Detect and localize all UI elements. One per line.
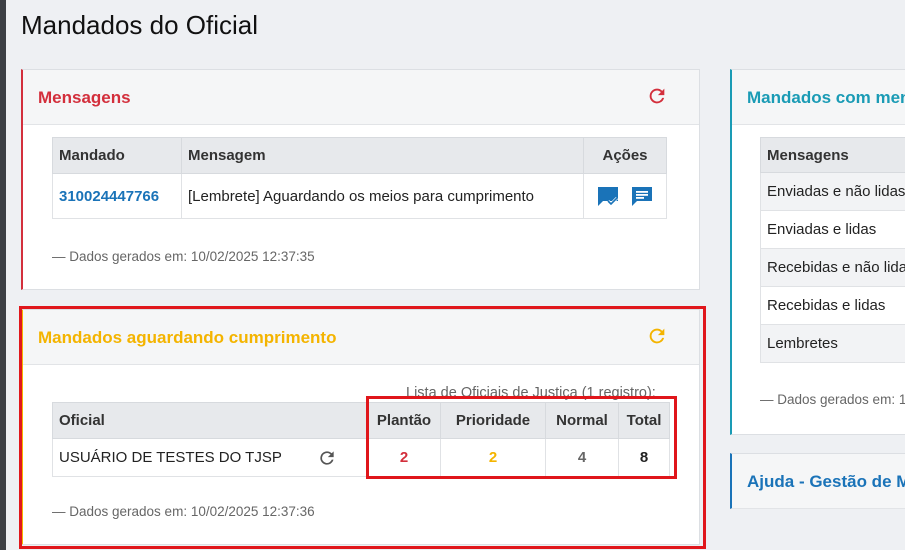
table-header-row: Mandado Mensagem Ações (52, 137, 667, 174)
aguardando-panel-header: Mandados aguardando cumprimento (23, 310, 699, 365)
table-row: 310024447766 [Lembrete] Aguardando os me… (52, 173, 667, 219)
col-normal: Normal (545, 402, 619, 439)
refresh-icon[interactable] (646, 325, 668, 347)
row-label: Enviadas e não lidas (760, 172, 905, 211)
normal-count[interactable]: 4 (545, 438, 619, 477)
ajuda-panel: Ajuda - Gestão de M (730, 453, 905, 509)
page-title: Mandados do Oficial (21, 10, 259, 40)
row-label: Lembretes (760, 324, 905, 363)
mensagens-table: Mandado Mensagem Ações 310024447766 [Lem… (52, 137, 667, 219)
mandados-mensagens-header: Mandados com men (732, 70, 905, 125)
oficiais-list-caption: Lista de Oficiais de Justiça (1 registro… (406, 385, 656, 401)
col-mensagens: Mensagens (760, 137, 905, 173)
app-sidebar-edge (0, 0, 6, 550)
oficial-name: USUÁRIO DE TESTES DO TJSP (59, 449, 282, 466)
mark-read-icon[interactable] (596, 184, 620, 208)
refresh-icon[interactable] (317, 448, 337, 468)
aguardando-panel: Mandados aguardando cumprimento Lista de… (21, 309, 700, 545)
mensagens-panel-header: Mensagens (23, 70, 699, 125)
mandados-mensagens-generated-at: — Dados gerados em: 1 (760, 392, 905, 407)
mensagens-panel: Mensagens Mandado Mensagem Ações 3100244… (21, 69, 700, 290)
oficial-cell: USUÁRIO DE TESTES DO TJSP (52, 438, 368, 477)
mandados-mensagens-title: Mandados com men (747, 88, 905, 107)
mensagens-summary-table: Mensagens Enviadas e não lidas Enviadas … (760, 137, 905, 363)
mensagens-title: Mensagens (38, 88, 131, 107)
row-label: Recebidas e lidas (760, 286, 905, 325)
col-acoes: Ações (583, 137, 667, 174)
col-plantao: Plantão (367, 402, 441, 439)
total-count[interactable]: 8 (618, 438, 670, 477)
refresh-icon[interactable] (646, 85, 668, 107)
ajuda-panel-header: Ajuda - Gestão de M (732, 454, 905, 509)
aguardando-table: Oficial Plantão Prioridade Normal Total … (52, 402, 670, 477)
mensagens-generated-at: — Dados gerados em: 10/02/2025 12:37:35 (52, 249, 315, 264)
table-row: Lembretes (760, 324, 905, 363)
table-row: Recebidas e não lida (760, 248, 905, 287)
col-prioridade: Prioridade (440, 402, 546, 439)
ajuda-title[interactable]: Ajuda - Gestão de M (747, 472, 905, 492)
col-mensagem: Mensagem (181, 137, 584, 174)
acoes-cell (583, 173, 667, 219)
row-label: Enviadas e lidas (760, 210, 905, 249)
prioridade-count[interactable]: 2 (440, 438, 546, 477)
aguardando-title: Mandados aguardando cumprimento (38, 328, 337, 347)
table-row: Recebidas e lidas (760, 286, 905, 325)
table-row: Enviadas e lidas (760, 210, 905, 249)
aguardando-generated-at: — Dados gerados em: 10/02/2025 12:37:36 (52, 504, 315, 519)
table-header-row: Mensagens (760, 137, 905, 173)
row-label: Recebidas e não lida (760, 248, 905, 287)
mensagem-text: [Lembrete] Aguardando os meios para cump… (181, 173, 584, 219)
mandado-link[interactable]: 310024447766 (59, 188, 159, 205)
mandados-mensagens-panel: Mandados com men Mensagens Enviadas e nã… (730, 69, 905, 435)
table-row: USUÁRIO DE TESTES DO TJSP 2 2 4 8 (52, 438, 670, 477)
message-icon[interactable] (630, 184, 654, 208)
col-mandado: Mandado (52, 137, 182, 174)
table-header-row: Oficial Plantão Prioridade Normal Total (52, 402, 670, 439)
table-row: Enviadas e não lidas (760, 172, 905, 211)
plantao-count[interactable]: 2 (367, 438, 441, 477)
col-oficial: Oficial (52, 402, 368, 439)
col-total: Total (618, 402, 670, 439)
